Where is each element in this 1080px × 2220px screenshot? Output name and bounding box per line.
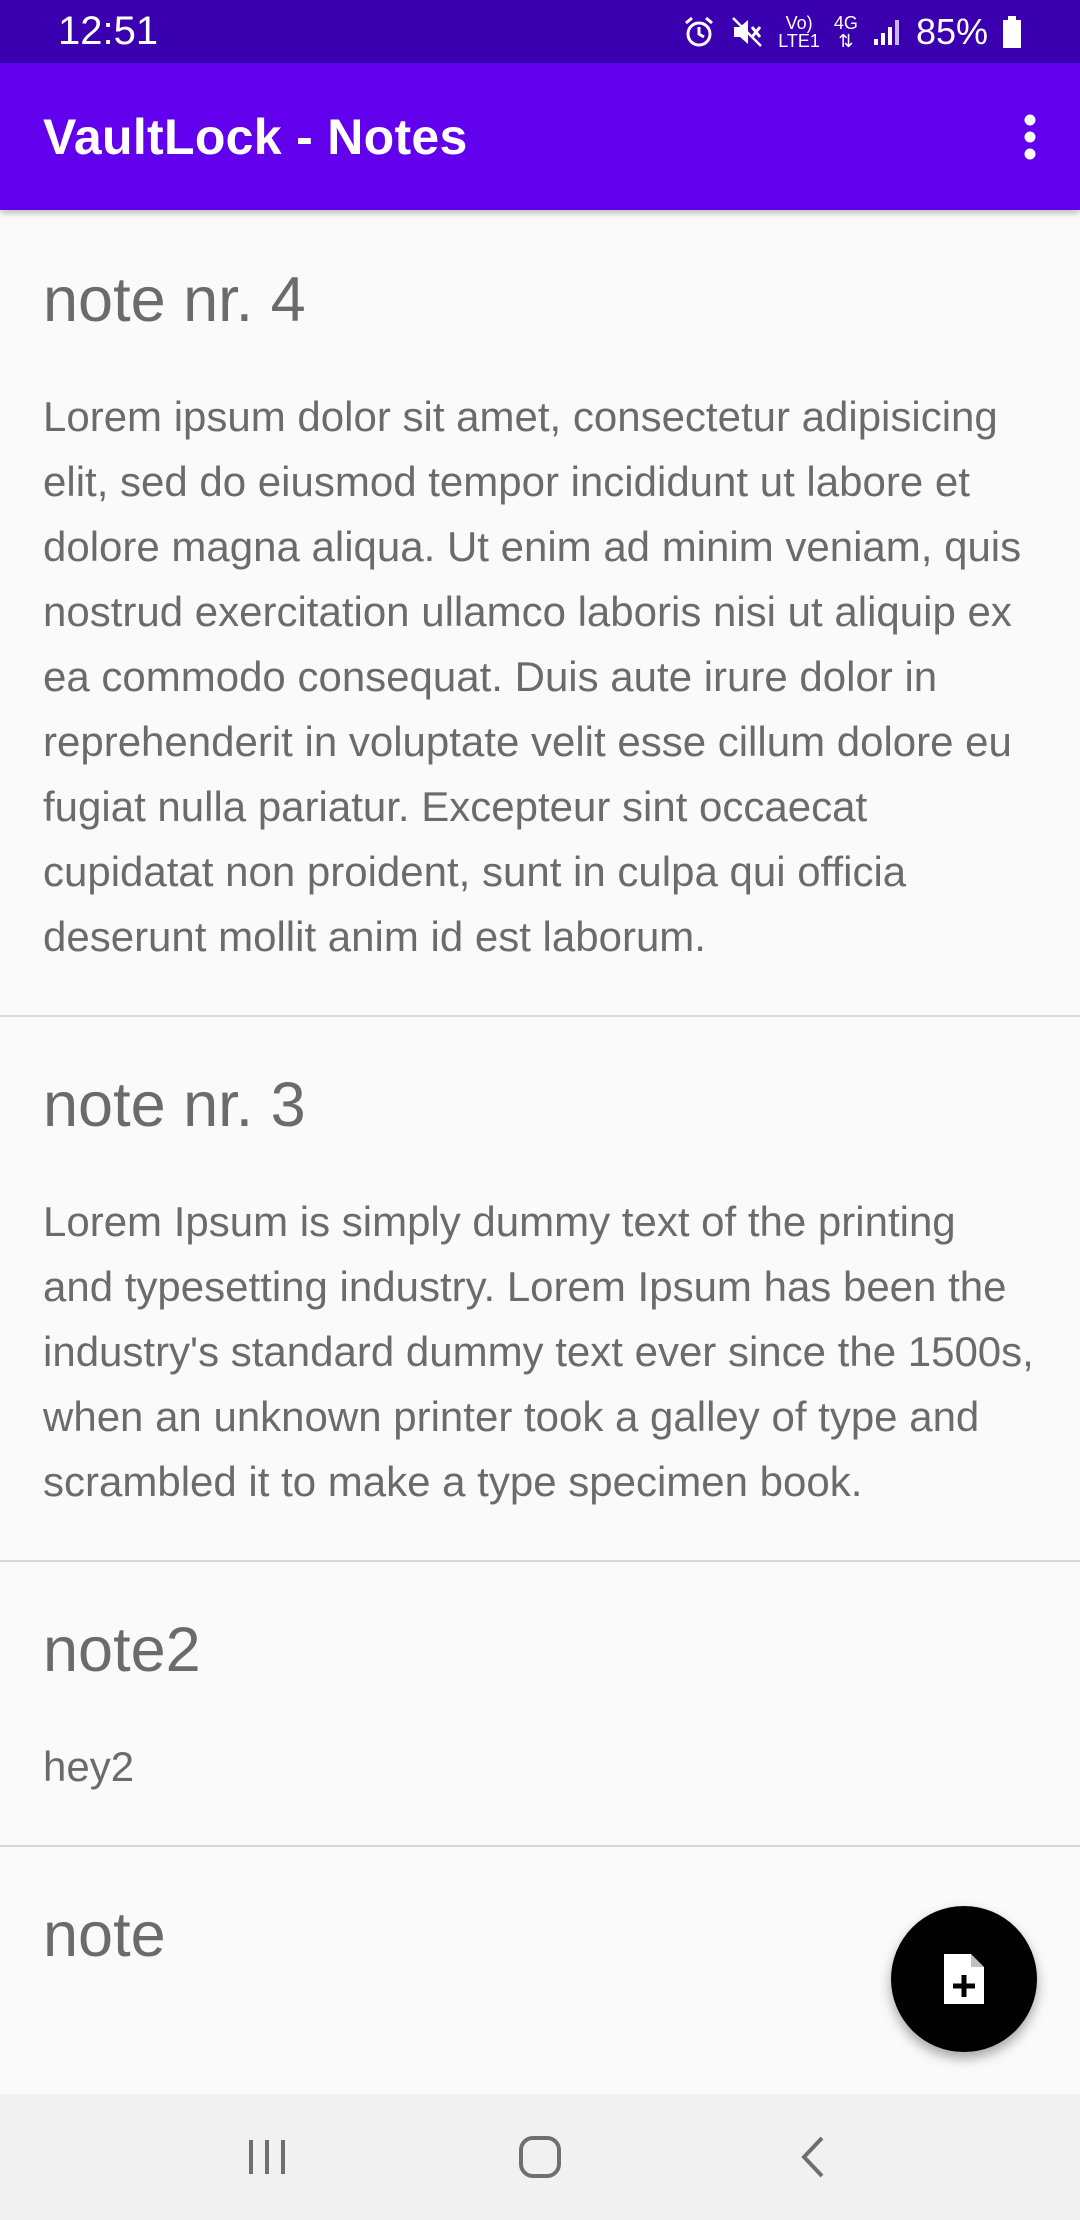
more-vert-icon <box>1024 114 1036 159</box>
app-title: VaultLock - Notes <box>43 108 468 165</box>
note-item[interactable]: note2 hey2 <box>0 1562 1080 1847</box>
note-body: Lorem Ipsum is simply dummy text of the … <box>43 1198 1034 1505</box>
status-icons: Vo) LTE1 4G ⇅ 85% <box>682 11 1022 53</box>
note-item[interactable]: note nr. 4 Lorem ipsum dolor sit amet, c… <box>0 210 1080 1017</box>
battery-percent: 85% <box>915 10 988 52</box>
battery-icon <box>1002 15 1022 49</box>
alarm-icon <box>682 15 716 49</box>
app-bar: VaultLock - Notes <box>0 63 1080 210</box>
home-icon <box>518 2136 561 2178</box>
navigation-bar <box>0 2094 1080 2220</box>
recents-icon <box>248 2140 285 2174</box>
mute-icon <box>730 15 764 49</box>
note-title: note nr. 4 <box>43 265 306 335</box>
note-body: Lorem ipsum dolor sit amet, consectetur … <box>43 393 1022 960</box>
back-button[interactable] <box>753 2107 873 2207</box>
recents-button[interactable] <box>207 2107 327 2207</box>
data-arrows: ⇅ <box>838 30 854 51</box>
note-body: hey2 <box>43 1743 135 1790</box>
notes-list[interactable]: note nr. 4 Lorem ipsum dolor sit amet, c… <box>0 210 1080 2094</box>
add-note-button[interactable] <box>891 1906 1037 2052</box>
signal-icon <box>872 17 902 47</box>
add-note-icon <box>944 1954 984 2004</box>
screen: 12:51 Vo) LTE1 4G ⇅ 85% VaultLock - Note… <box>0 0 1080 2220</box>
4g-icon: 4G ⇅ <box>834 14 858 50</box>
note-title: note2 <box>43 1615 201 1685</box>
network-label: 4G <box>833 12 858 33</box>
status-bar: 12:51 Vo) LTE1 4G ⇅ 85% <box>0 0 1080 63</box>
note-item[interactable]: note nr. 3 Lorem Ipsum is simply dummy t… <box>0 1017 1080 1562</box>
overflow-menu-button[interactable] <box>980 63 1080 210</box>
volte-icon: Vo) LTE1 <box>778 14 820 50</box>
volte-label: Vo) <box>785 12 813 33</box>
home-button[interactable] <box>480 2107 600 2207</box>
back-icon <box>801 2136 824 2178</box>
note-title: note <box>43 1900 166 1970</box>
status-time: 12:51 <box>58 9 159 53</box>
note-title: note nr. 3 <box>43 1070 306 1140</box>
lte-label: LTE1 <box>778 30 820 51</box>
